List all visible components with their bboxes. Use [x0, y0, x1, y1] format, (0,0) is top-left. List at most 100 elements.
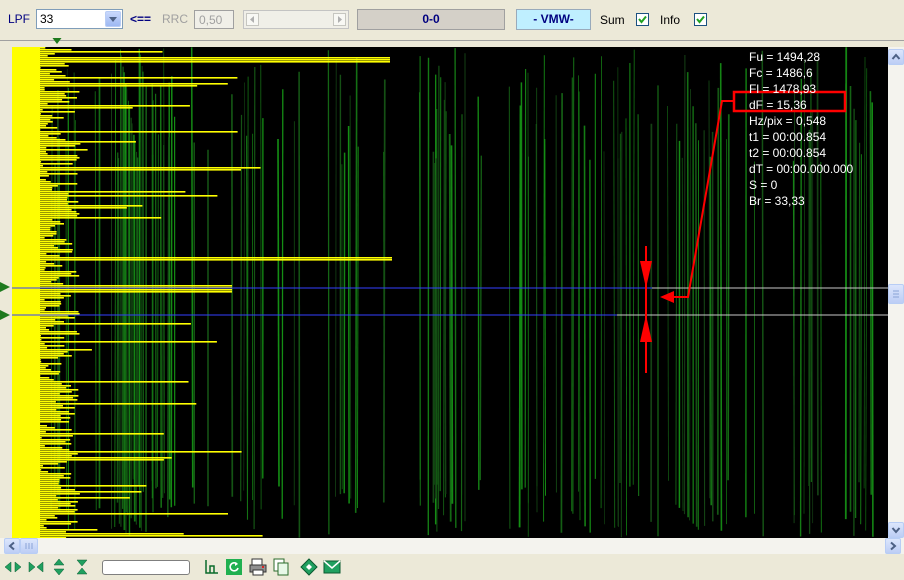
lpf-combobox[interactable]: 33: [36, 9, 123, 29]
spectrum-bar: [12, 243, 73, 245]
top-marker-icon[interactable]: [51, 38, 63, 44]
spectrum-bar: [12, 227, 51, 229]
sum-label: Sum: [600, 13, 625, 27]
scroll-up-button[interactable]: [888, 49, 904, 65]
left-marker-upper-icon[interactable]: [0, 282, 10, 292]
waterfall-trace: [114, 60, 117, 528]
spectrum-bar: [12, 329, 50, 331]
copy-icon[interactable]: [272, 558, 290, 576]
scroll-right-button[interactable]: [885, 538, 901, 554]
spectrum-bar: [12, 407, 75, 409]
spectrum-bar: [12, 535, 263, 537]
spectrum-bar: [12, 169, 241, 171]
spectrum-bar: [12, 367, 46, 369]
spectrum-bar: [12, 91, 80, 93]
spectrum-bar: [12, 197, 68, 199]
spectrum-bar: [12, 349, 92, 351]
spectrum-bar: [12, 81, 70, 83]
waterfall-trace: [600, 56, 602, 509]
spectrum-bar: [12, 429, 72, 431]
spectrum-bar: [12, 477, 71, 479]
spectrum-bar: [12, 443, 72, 445]
spectrum-bar: [12, 311, 79, 313]
waterfall-trace: [727, 114, 730, 481]
horizontal-scrollbar[interactable]: [0, 538, 904, 554]
spectrum-bar: [12, 317, 75, 319]
spectrum-bar: [12, 365, 49, 367]
lpf-label: LPF: [8, 12, 31, 26]
collapse-vertical-icon[interactable]: [73, 558, 91, 576]
spectrum-bar: [12, 527, 47, 529]
waterfall-trace: [162, 144, 165, 498]
waterfall-trace: [508, 86, 511, 529]
spectrum-bar: [12, 209, 72, 211]
spectrum-bar: [12, 267, 46, 269]
spectrum-bar: [12, 505, 76, 507]
spectrum-bar: [12, 473, 72, 475]
info-hzpix: Hz/pix = 0,548: [749, 114, 827, 128]
command-input[interactable]: [102, 560, 190, 575]
spectrum-bar: [12, 347, 48, 349]
spectrum-bar: [12, 211, 77, 213]
waterfall-trace: [694, 123, 698, 527]
scroll-left-button[interactable]: [4, 538, 20, 554]
spectrum-bar: [12, 521, 78, 523]
rrc-slider[interactable]: [243, 10, 349, 29]
info-checkbox[interactable]: [694, 13, 707, 26]
refresh-icon[interactable]: [225, 558, 243, 576]
spectrum-bar: [12, 119, 51, 121]
spectrum-bar: [12, 307, 46, 309]
spectrum-bar: [12, 405, 63, 407]
spectrum-bar: [12, 487, 62, 489]
spectrum-bar: [12, 355, 72, 357]
spectrum-bar: [12, 371, 61, 373]
spectrum-bar: [12, 309, 45, 311]
spectrum-bar: [12, 401, 56, 403]
apply-arrow-label[interactable]: <==: [130, 12, 151, 26]
spectrum-bar: [12, 379, 54, 381]
vertical-scrollbar[interactable]: [888, 47, 904, 538]
chevron-down-icon[interactable]: [105, 11, 121, 27]
waterfall-trace: [719, 63, 723, 531]
slider-left-button[interactable]: [246, 13, 259, 26]
filter-icon[interactable]: [203, 558, 221, 576]
diamond-icon[interactable]: [300, 558, 318, 576]
spectrum-bar: [12, 55, 48, 57]
spectrum-bar: [12, 495, 57, 497]
spectrum-bar: [12, 387, 67, 389]
spectrum-bar: [12, 223, 64, 225]
spectrum-bar: [12, 331, 77, 333]
waterfall-trace: [357, 146, 359, 509]
spectrum-bar: [12, 73, 50, 75]
rrc-field[interactable]: 0,50: [194, 10, 234, 29]
waterfall-trace: [127, 100, 129, 516]
left-marker-lower-icon[interactable]: [0, 310, 10, 320]
chevron-down-icon: [891, 527, 901, 534]
horizontal-scroll-thumb[interactable]: [20, 538, 38, 554]
waterfall-plot[interactable]: Fu = 1494,28 Fc = 1486,6 Fl = 1478,93 dF…: [12, 47, 888, 538]
spectrum-bar: [12, 269, 45, 271]
envelope-icon[interactable]: [323, 558, 341, 576]
scroll-thumb[interactable]: [888, 284, 904, 304]
spectrum-bar: [12, 111, 75, 113]
sum-checkbox[interactable]: [636, 13, 649, 26]
expand-horizontal-icon[interactable]: [4, 558, 22, 576]
expand-vertical-icon[interactable]: [50, 558, 68, 576]
spectrum-bar: [12, 65, 69, 67]
waterfall-trace: [118, 158, 120, 524]
spectrum-bar: [12, 173, 78, 175]
slider-right-button[interactable]: [333, 13, 346, 26]
scroll-down-button[interactable]: [888, 522, 904, 538]
print-icon[interactable]: [249, 558, 267, 576]
waterfall-trace: [625, 118, 627, 536]
spectrum-bar: [12, 249, 73, 251]
mode-display[interactable]: - VMW-: [516, 9, 591, 30]
spectrum-bar: [12, 241, 65, 243]
spectrum-bar: [12, 107, 133, 109]
waterfall-trace: [167, 137, 170, 518]
collapse-horizontal-icon[interactable]: [27, 558, 45, 576]
spectrum-bar: [12, 245, 54, 247]
waterfall-trace: [131, 123, 134, 480]
spectrum-bar: [12, 389, 79, 391]
spectrum-bar: [12, 153, 48, 155]
